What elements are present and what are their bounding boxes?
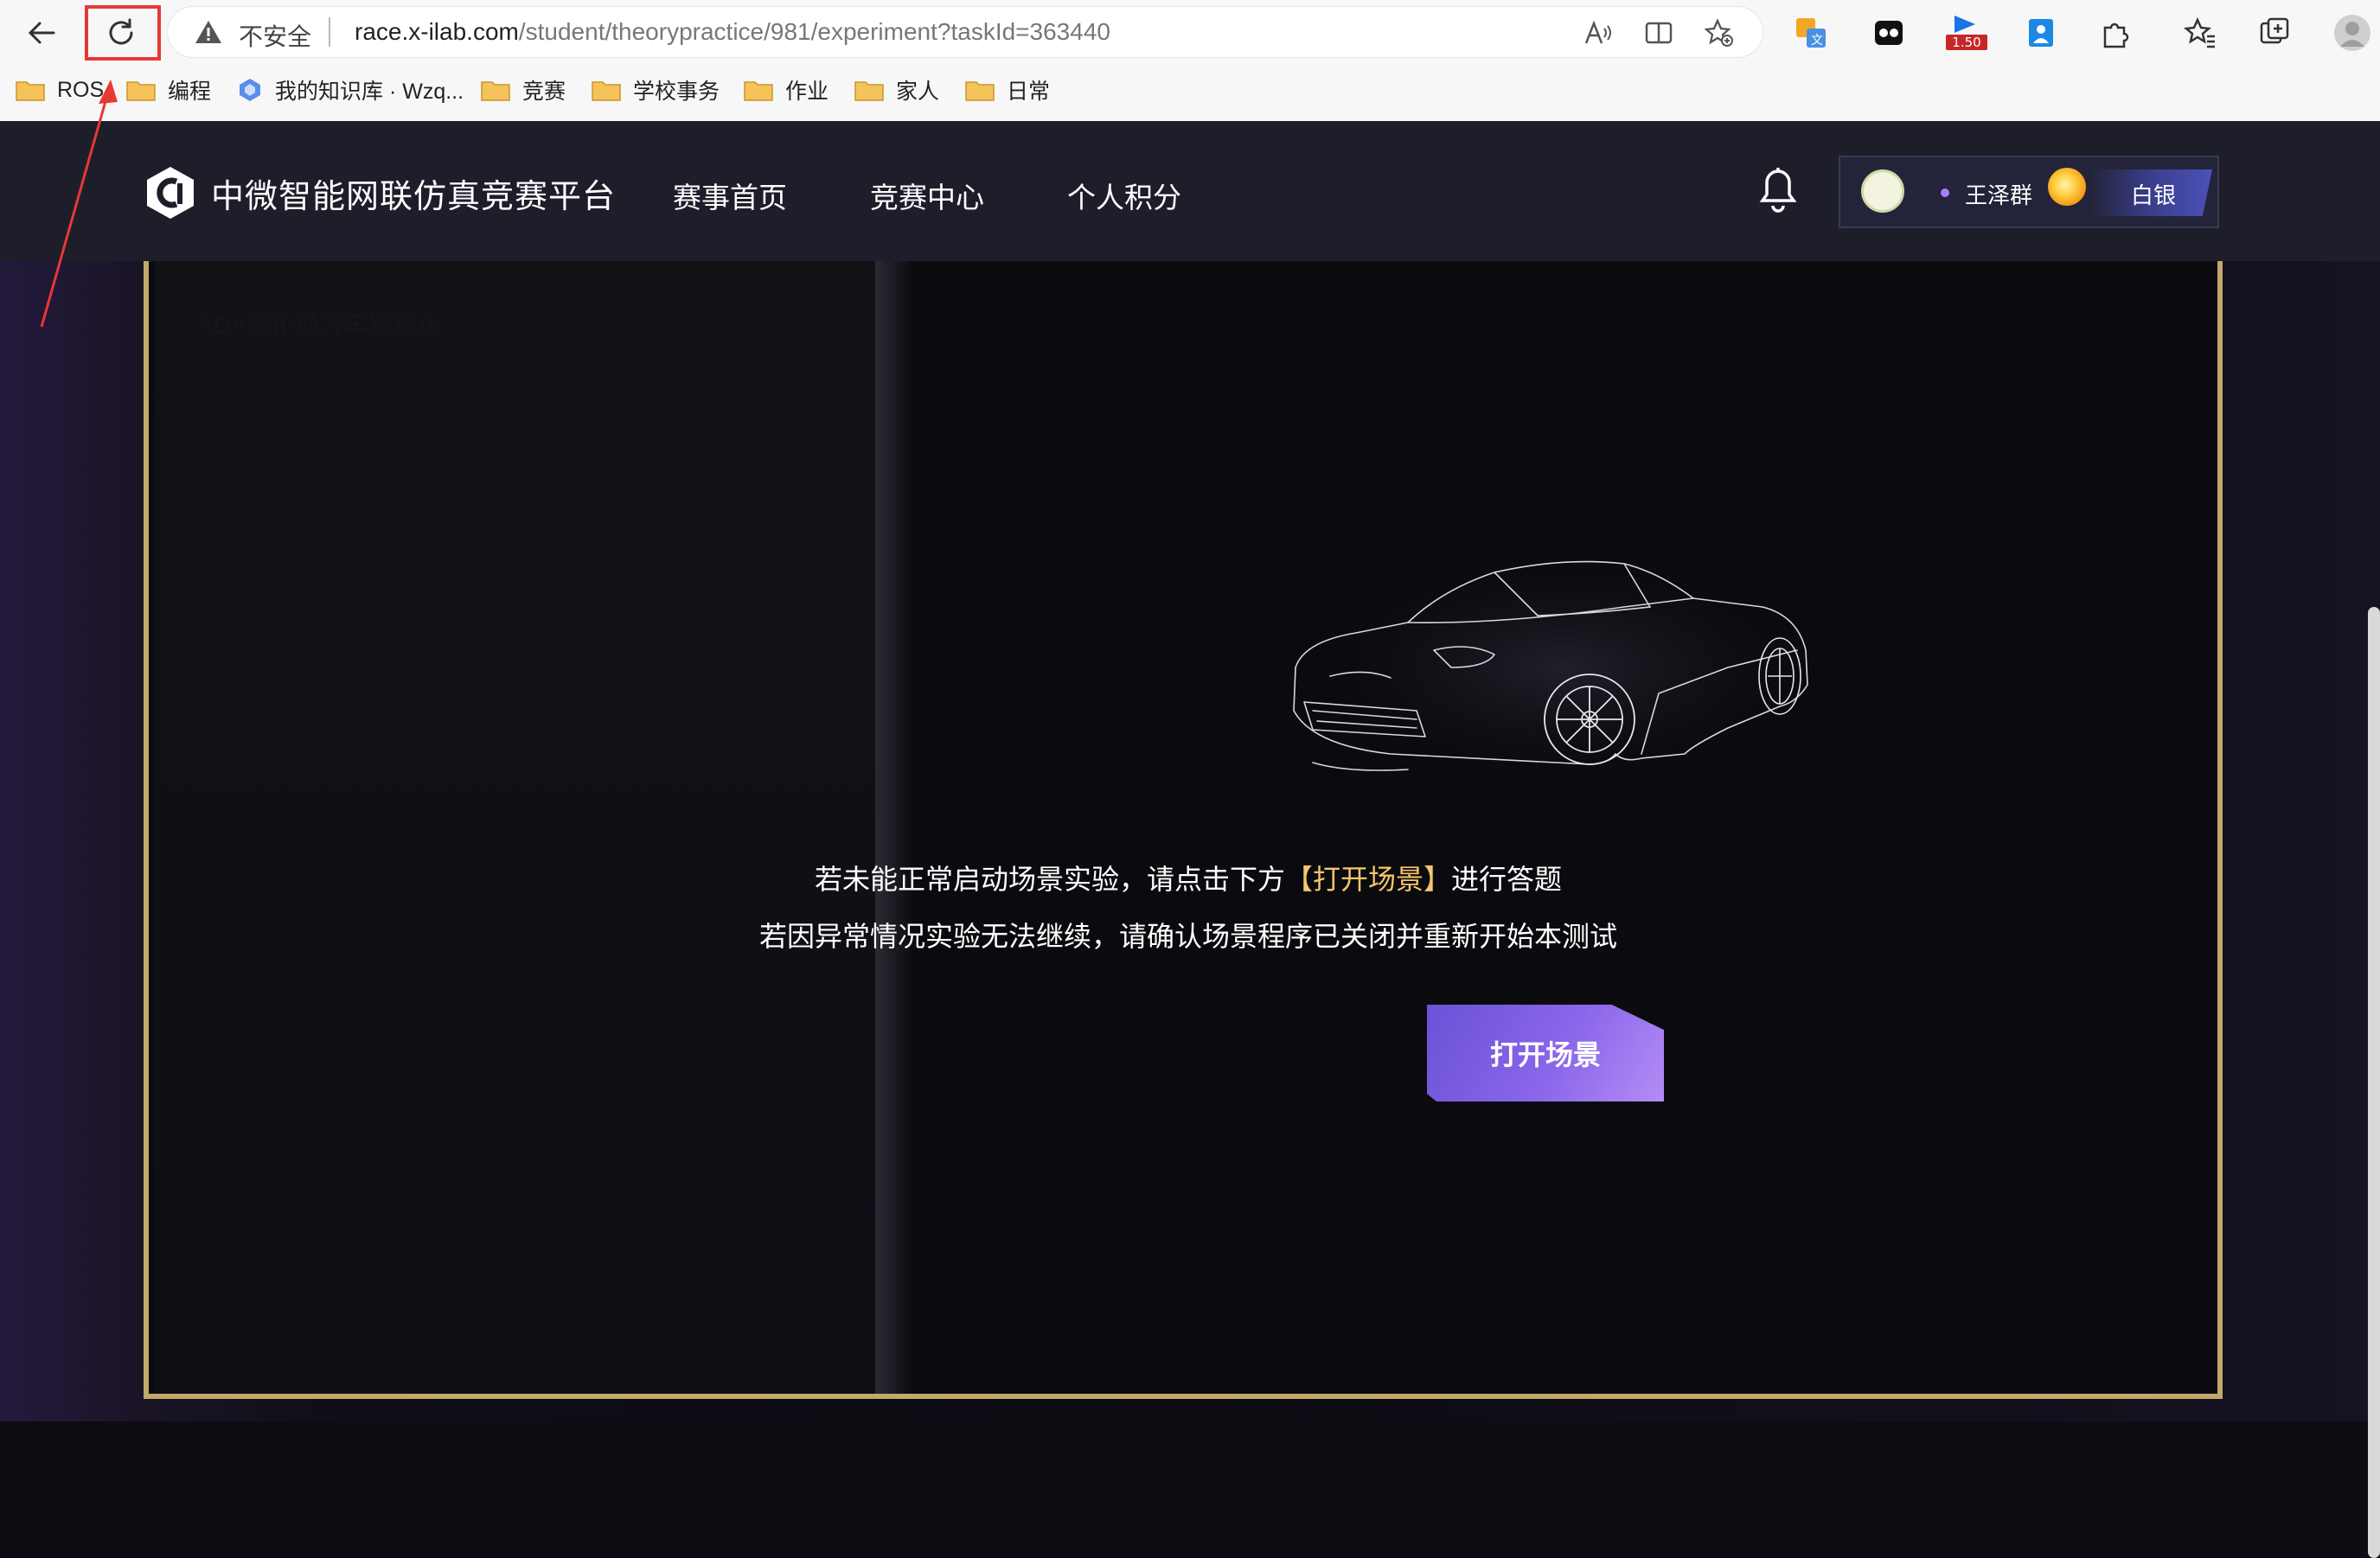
user-name: 王泽群 xyxy=(1965,182,2033,208)
bookmark-folder[interactable]: 学校事务 xyxy=(592,74,720,105)
front-wheel xyxy=(1544,674,1635,765)
site-title: 中微智能网联仿真竞赛平台 xyxy=(211,178,617,215)
collections-icon[interactable] xyxy=(2254,12,2295,54)
panel-divider[interactable] xyxy=(875,261,913,1394)
page-body: ADAS组-前方车辆跟止 若未能正常启动场景实验，请点击下方【打开场景】进行答题… xyxy=(0,261,2380,1558)
translate-extension-icon[interactable]: 文 xyxy=(1790,12,1832,54)
bookmark-label: 竞赛 xyxy=(522,80,566,104)
speed-extension-icon[interactable]: 1.50 xyxy=(1941,12,1993,54)
url-text[interactable]: race.x-ilab.com/student/theorypractice/9… xyxy=(355,18,1110,46)
logo-icon xyxy=(147,167,194,219)
extensions-icon[interactable] xyxy=(2095,12,2136,54)
url-host: race.x-ilab.com xyxy=(355,18,519,45)
car-illustration xyxy=(1293,546,1832,789)
experiment-frame: ADAS组-前方车辆跟止 若未能正常启动场景实验，请点击下方【打开场景】进行答题… xyxy=(144,261,2223,1399)
bookmark-label: 作业 xyxy=(785,80,829,104)
media-extension-icon[interactable] xyxy=(1868,12,1910,54)
bookmark-label: 编程 xyxy=(168,80,212,104)
open-scene-button[interactable]: 打开场景 xyxy=(1427,1005,1664,1101)
folder-icon xyxy=(16,79,45,101)
bookmark-label: 我的知识库 · Wzq... xyxy=(275,80,464,104)
bookmark-folder[interactable]: ROS xyxy=(16,74,104,105)
user-info[interactable]: 王泽群 白银 xyxy=(1839,156,2219,228)
bookmark-folder[interactable]: 竞赛 xyxy=(481,74,566,105)
back-button[interactable] xyxy=(17,9,66,57)
instruction-text: 若未能正常启动场景实验，请点击下方 xyxy=(814,864,1285,895)
folder-icon xyxy=(481,79,510,101)
instruction-line-2: 若因异常情况实验无法继续，请确认场景程序已关闭并重新开始本测试 xyxy=(758,921,1617,952)
read-aloud-icon[interactable] xyxy=(1581,16,1615,50)
address-separator xyxy=(329,17,330,47)
address-bar[interactable]: 不安全 race.x-ilab.com/student/theorypracti… xyxy=(168,7,1763,57)
bookmark-folder[interactable]: 作业 xyxy=(744,74,829,105)
page-scrollbar[interactable] xyxy=(2368,607,2380,1558)
site-logo[interactable]: 中微智能网联仿真竞赛平台 xyxy=(142,164,616,221)
bookmark-folder[interactable]: 日常 xyxy=(965,74,1050,105)
avatar[interactable] xyxy=(1861,169,1904,213)
bookmark-folder[interactable]: 编程 xyxy=(126,74,211,105)
split-screen-icon[interactable] xyxy=(1641,16,1676,50)
profile-avatar-icon[interactable] xyxy=(2332,12,2373,54)
favorites-icon[interactable] xyxy=(2179,12,2221,54)
folder-icon xyxy=(965,79,995,101)
knowledge-base-icon xyxy=(237,77,263,103)
folder-icon xyxy=(126,79,156,101)
question-panel: ADAS组-前方车辆跟止 xyxy=(154,261,875,1394)
bookmarks-bar: ROS 编程 我的知识库 · Wzq... 竞赛 学校事务 作业 家人 日常 xyxy=(0,71,2380,109)
browser-chrome: 不安全 race.x-ilab.com/student/theorypracti… xyxy=(0,0,2380,121)
online-dot xyxy=(1941,188,1949,197)
warning-icon xyxy=(195,21,221,43)
folder-icon xyxy=(592,79,621,101)
browser-toolbar: 不安全 race.x-ilab.com/student/theorypracti… xyxy=(0,0,2380,64)
rank-medal-icon xyxy=(2048,168,2086,206)
bookmark-label: ROS xyxy=(57,77,105,102)
bookmark-label: 家人 xyxy=(896,80,940,104)
profile-extension-icon[interactable] xyxy=(2020,12,2062,54)
url-path: /student/theorypractice/981/experiment?t… xyxy=(518,18,1110,45)
instruction-line-1: 若未能正常启动场景实验，请点击下方【打开场景】进行答题 xyxy=(149,858,2228,897)
highlight-box xyxy=(85,5,161,61)
task-title: ADAS组-前方车辆跟止 xyxy=(197,311,441,338)
bookmark-label: 日常 xyxy=(1007,80,1051,104)
site-header: 中微智能网联仿真竞赛平台 赛事首页 竞赛中心 个人积分 王泽群 白银 xyxy=(0,121,2380,261)
nav-home[interactable]: 赛事首页 xyxy=(673,175,787,216)
rank-label: 白银 xyxy=(2131,182,2177,208)
instruction-text: 进行答题 xyxy=(1451,864,1563,895)
not-secure-label: 不安全 xyxy=(239,23,312,50)
folder-icon xyxy=(744,79,773,101)
nav-competition-center[interactable]: 竞赛中心 xyxy=(870,175,984,216)
instruction-highlight: 【打开场景】 xyxy=(1284,864,1451,895)
bookmark-link[interactable]: 我的知识库 · Wzq... xyxy=(237,74,464,105)
add-favorite-icon[interactable] xyxy=(1702,16,1737,50)
notification-bell-icon[interactable] xyxy=(1757,166,1799,219)
back-arrow-icon xyxy=(28,22,55,44)
nav-points[interactable]: 个人积分 xyxy=(1067,175,1181,216)
svg-text:文: 文 xyxy=(1811,34,1823,48)
bookmark-folder[interactable]: 家人 xyxy=(854,74,939,105)
speed-badge: 1.50 xyxy=(1952,35,1980,50)
bookmark-label: 学校事务 xyxy=(633,80,720,104)
folder-icon xyxy=(854,79,884,101)
